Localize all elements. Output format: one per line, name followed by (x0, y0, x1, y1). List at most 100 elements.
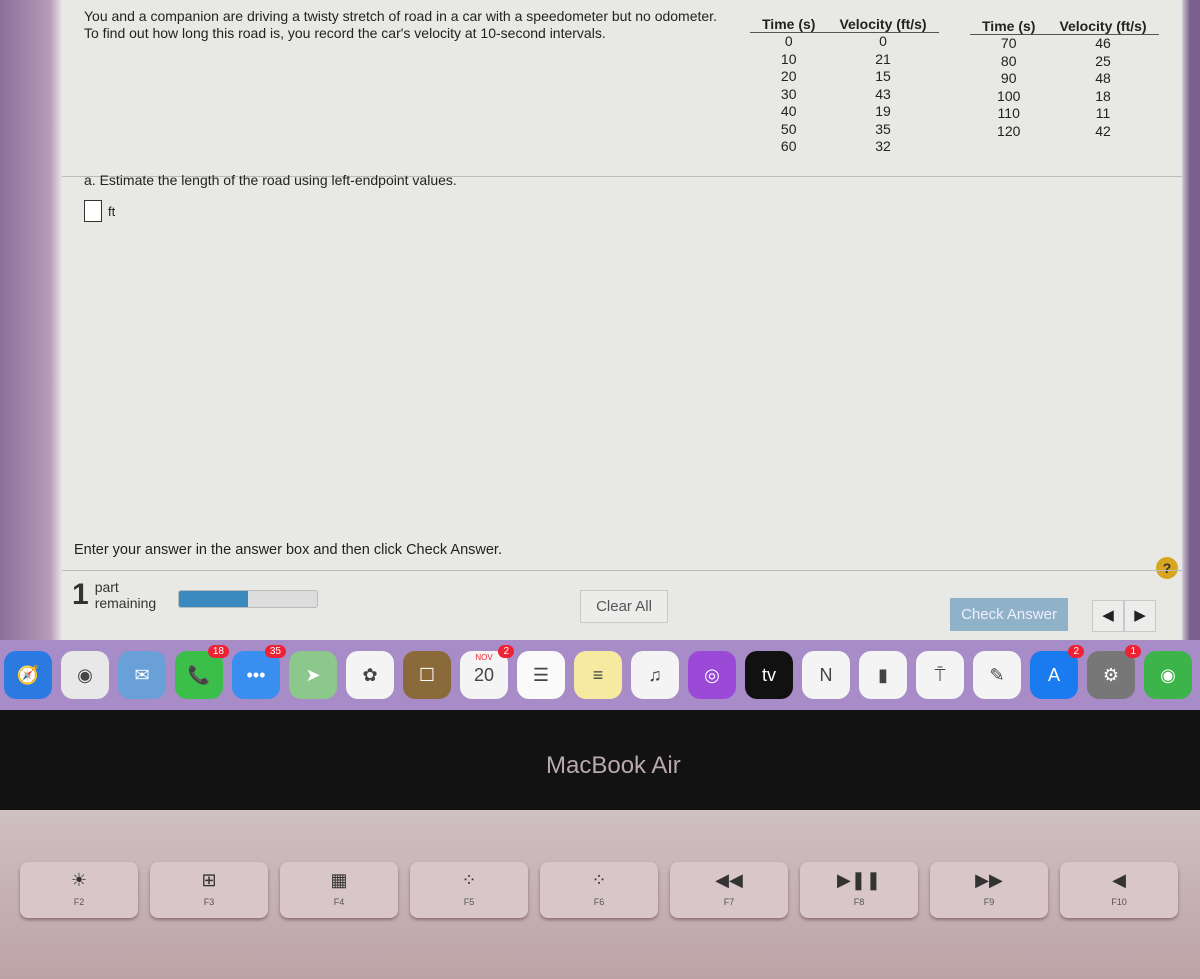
dock-glyph: ▮ (878, 664, 888, 685)
key-glyph: ⁘ (591, 870, 607, 890)
question-text: You and a companion are driving a twisty… (84, 8, 717, 41)
velocity-header: Velocity (ft/s) (827, 16, 939, 33)
time-cell: 60 (780, 138, 797, 154)
parts-count: 1 (72, 578, 89, 611)
notification-badge: 2 (1068, 645, 1084, 658)
time-cell: 70 (1000, 35, 1017, 51)
key-f3[interactable]: ⊞ F3 (150, 862, 268, 918)
velocity-header: Velocity (ft/s) (1047, 18, 1159, 35)
dock-glyph: ◉ (77, 664, 93, 685)
numbers-icon[interactable]: ▮ (859, 651, 907, 699)
key-f8[interactable]: ▶❚❚ F8 (800, 862, 918, 918)
key-glyph: ⁘ (461, 870, 477, 890)
dock-glyph: A (1047, 664, 1060, 685)
key-f7[interactable]: ◀◀ F7 (670, 862, 788, 918)
table-row: 120 42 (970, 123, 1159, 141)
notes-icon[interactable]: ≡ (574, 651, 622, 699)
chrome-icon[interactable]: ◉ (61, 651, 109, 699)
data-table-left: Time (s) Velocity (ft/s) 0 0 10 21 20 15 30 43 40 1… (750, 16, 939, 156)
dock-glyph: ≡ (592, 664, 604, 685)
time-cell: 80 (1000, 52, 1017, 69)
mail-icon[interactable]: ✉ (118, 651, 166, 699)
table-row: 50 35 (750, 121, 939, 139)
table-row: 60 32 (750, 138, 939, 156)
velocity-cell: 46 (1095, 35, 1111, 51)
key-label: F6 (593, 897, 605, 907)
key-glyph: ◀ (1112, 870, 1126, 890)
notification-badge: 35 (264, 645, 286, 658)
dock-glyph: ✿ (362, 664, 378, 685)
key-label: F7 (723, 897, 735, 907)
keynote-icon[interactable]: ⍑ (916, 651, 964, 699)
notification-badge: 2 (498, 645, 514, 658)
dock-glyph: ••• (246, 664, 266, 685)
table-header-row: Time (s) Velocity (ft/s) (750, 16, 939, 33)
key-f4[interactable]: ▦ F4 (280, 862, 398, 918)
photos-icon[interactable]: ✿ (346, 651, 394, 699)
maps-icon[interactable]: ➤ (289, 651, 337, 699)
news-icon[interactable]: N (802, 651, 850, 699)
key-label: F10 (1111, 897, 1127, 907)
app-store-icon[interactable]: A2 (1030, 645, 1084, 699)
part-a-prompt: a. Estimate the length of the road using… (84, 172, 457, 188)
key-glyph: ☀ (70, 870, 88, 890)
velocity-cell: 21 (875, 50, 891, 67)
answer-input[interactable] (84, 200, 102, 222)
notification-badge: 18 (207, 645, 229, 658)
time-cell: 40 (780, 103, 797, 119)
help-icon[interactable]: ? (1156, 557, 1178, 579)
data-table-right: Time (s) Velocity (ft/s) 70 46 80 25 90 48 100 18… (970, 18, 1159, 140)
key-f2[interactable]: ☀ F2 (20, 862, 138, 918)
calendar-icon[interactable]: 20 NOV 2 (460, 645, 514, 699)
velocity-cell: 15 (875, 68, 891, 84)
messages-icon[interactable]: ••• 35 (232, 645, 286, 699)
velocity-cell: 18 (1095, 87, 1111, 104)
key-f10[interactable]: ◀ F10 (1060, 862, 1178, 918)
question-panel: You and a companion are driving a twisty… (62, 0, 1182, 640)
contacts-icon[interactable]: ☐ (403, 651, 451, 699)
time-cell: 110 (997, 105, 1020, 121)
screen: You and a companion are driving a twisty… (0, 0, 1200, 640)
pages-icon[interactable]: ✎ (973, 651, 1021, 699)
dock-glyph: tv (761, 664, 776, 685)
previous-button[interactable]: ◀ (1092, 600, 1124, 632)
apple-tv-icon[interactable]: tv (745, 651, 793, 699)
divider (62, 570, 1182, 571)
system-preferences-icon[interactable]: ⚙ 1 (1087, 645, 1141, 699)
reminders-icon[interactable]: ☰ (517, 651, 565, 699)
facetime-icon[interactable]: 📞 18 (175, 645, 229, 699)
time-cell: 20 (780, 68, 797, 84)
table-row: 00 (750, 33, 939, 51)
key-label: F9 (983, 897, 995, 907)
table-row: 40 19 (750, 103, 939, 121)
key-label: F8 (853, 897, 865, 907)
velocity-cell: 0 (879, 33, 887, 49)
device-label: MacBook Air (546, 752, 681, 779)
velocity-cell: 48 (1095, 70, 1111, 86)
key-glyph: ▶❚❚ (836, 870, 881, 890)
next-button[interactable]: ▶ (1124, 600, 1156, 632)
table-row: 70 46 (970, 35, 1159, 53)
unit-label: ft (108, 203, 116, 219)
time-cell: 120 (997, 122, 1021, 139)
velocity-cell: 11 (1095, 105, 1111, 121)
check-answer-button[interactable]: Check Answer (950, 598, 1068, 631)
key-f6[interactable]: ⁘ F6 (540, 862, 658, 918)
key-label: F2 (73, 897, 85, 907)
safari-icon[interactable]: 🧭 (4, 651, 52, 699)
time-cell: 50 (780, 120, 797, 137)
key-f9[interactable]: ▶▶ F9 (930, 862, 1048, 918)
key-glyph: ⊞ (201, 870, 217, 890)
table-row: 30 43 (750, 86, 939, 104)
podcasts-icon[interactable]: ◎ (688, 651, 736, 699)
key-f5[interactable]: ⁘ F5 (410, 862, 528, 918)
clear-all-button[interactable]: Clear All (580, 590, 668, 623)
find-my-icon[interactable]: ◉ (1144, 651, 1192, 699)
dock-glyph: 20 (473, 664, 495, 685)
calendar-month: NOV (475, 653, 493, 662)
velocity-cell: 32 (875, 138, 891, 154)
progress-bar (178, 590, 318, 608)
table-row: 100 18 (970, 88, 1159, 106)
time-cell: 0 (784, 33, 793, 49)
music-icon[interactable]: ♫ (631, 651, 679, 699)
